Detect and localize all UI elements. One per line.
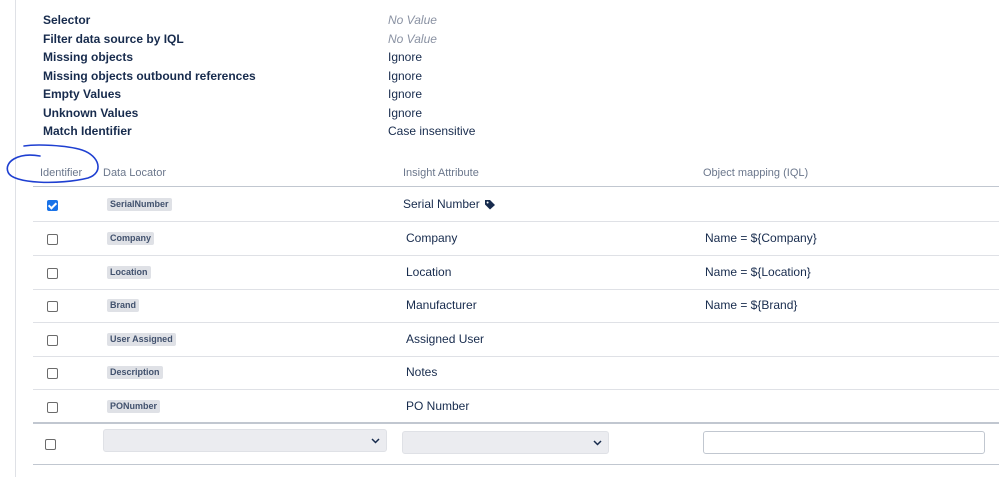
data-locator-tag: Description [107,366,163,379]
chevron-down-icon [371,438,380,444]
object-mapping: Name = ${Company} [705,231,817,245]
table-row: Company Company Name = ${Company} [33,222,999,256]
data-locator-tag: Location [107,266,151,279]
property-label: Missing objects outbound references [43,69,256,83]
property-value: Case insensitive [388,124,476,138]
insight-attribute: Assigned User [406,332,485,346]
annotation-circle [6,144,99,184]
insight-attribute: Serial Number [403,197,496,211]
header-data-locator[interactable]: Data Locator [103,167,166,179]
object-mapping: Name = ${Brand} [705,298,798,312]
property-empty-values: Empty Values Ignore [43,87,743,105]
table-row: Location Location Name = ${Location} [33,256,999,290]
identifier-checkbox[interactable] [47,200,58,211]
new-identifier-checkbox[interactable] [45,439,56,450]
property-label: Unknown Values [43,106,139,120]
property-missing-objects: Missing objects Ignore [43,50,743,68]
identifier-checkbox[interactable] [47,368,58,379]
object-mapping-input[interactable] [703,431,985,454]
new-mapping-row [33,424,999,465]
table-row: User Assigned Assigned User [33,323,999,357]
property-missing-outbound-refs: Missing objects outbound references Igno… [43,69,743,87]
property-selector: Selector No Value [43,13,743,31]
insight-attribute: Notes [406,365,438,379]
property-label: Missing objects [43,50,134,64]
property-value: Ignore [388,50,423,64]
identifier-checkbox[interactable] [47,234,58,245]
property-value: No Value [388,13,437,27]
label-tag-icon [484,200,495,210]
data-locator-select[interactable] [103,429,387,452]
identifier-checkbox[interactable] [47,301,58,312]
header-identifier[interactable]: Identifier [40,167,82,179]
table-row: Description Notes [33,356,999,390]
property-unknown-values: Unknown Values Ignore [43,106,743,124]
property-label: Empty Values [43,87,122,101]
insight-attribute: PO Number [406,399,470,413]
property-value: Ignore [388,87,423,101]
object-mapping: Name = ${Location} [705,265,811,279]
property-label: Filter data source by IQL [43,32,184,46]
identifier-checkbox[interactable] [47,268,58,279]
identifier-checkbox[interactable] [47,335,58,346]
data-locator-tag: PONumber [107,400,161,413]
insight-attribute: Company [406,231,458,245]
property-filter-iql: Filter data source by IQL No Value [43,32,743,50]
data-locator-tag: User Assigned [107,333,176,346]
table-row: Brand Manufacturer Name = ${Brand} [33,289,999,323]
table-row: PONumber PO Number [33,390,999,424]
insight-attribute-label: Serial Number [403,197,480,211]
data-locator-tag: Company [107,232,155,245]
chevron-down-icon [593,440,602,446]
property-value: Ignore [388,69,423,83]
insight-attribute: Location [406,265,452,279]
property-value: Ignore [388,106,423,120]
data-locator-tag: Brand [107,299,140,312]
header-insight-attribute[interactable]: Insight Attribute [403,167,479,179]
left-border [15,0,16,477]
property-match-identifier: Match Identifier Case insensitive [43,124,743,142]
insight-attribute-select[interactable] [402,431,609,454]
header-object-mapping[interactable]: Object mapping (IQL) [703,167,808,179]
table-header-divider [33,186,999,187]
identifier-checkbox[interactable] [47,402,58,413]
table-row: SerialNumber Serial Number [33,188,999,222]
property-label: Selector [43,13,91,27]
property-value: No Value [388,32,437,46]
data-locator-tag: SerialNumber [107,198,172,211]
insight-attribute: Manufacturer [406,298,477,312]
